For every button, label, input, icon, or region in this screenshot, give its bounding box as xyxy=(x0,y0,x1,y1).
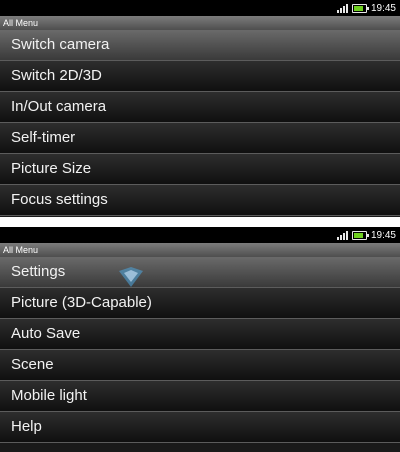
menu-item-mobile-light[interactable]: Mobile light xyxy=(0,381,400,412)
menu-title-bar: All Menu xyxy=(0,243,400,257)
menu-item-focus-settings[interactable]: Focus settings xyxy=(0,185,400,216)
menu-item-switch-2d-3d[interactable]: Switch 2D/3D xyxy=(0,61,400,92)
battery-icon xyxy=(351,230,369,240)
menu-item-switch-camera[interactable]: Switch camera xyxy=(0,30,400,61)
signal-bars-icon xyxy=(336,230,348,240)
menu-item-help[interactable]: Help xyxy=(0,412,400,443)
screen-divider xyxy=(0,217,400,227)
signal-bars-icon xyxy=(336,3,348,13)
menu-item-in-out-camera[interactable]: In/Out camera xyxy=(0,92,400,123)
menu-list: Switch camera Switch 2D/3D In/Out camera… xyxy=(0,30,400,216)
status-indicators: 19:45 xyxy=(336,228,396,242)
menu-item-picture-3d-capable[interactable]: Picture (3D-Capable) xyxy=(0,288,400,319)
status-indicators: 19:45 xyxy=(336,1,396,15)
menu-screen-top: 19:45 All Menu Switch camera Switch 2D/3… xyxy=(0,0,400,217)
menu-title-bar: All Menu xyxy=(0,16,400,30)
status-bar: 19:45 xyxy=(0,0,400,16)
menu-item-scene[interactable]: Scene xyxy=(0,350,400,381)
watermark-logo-icon xyxy=(119,267,143,287)
menu-item-self-timer[interactable]: Self-timer xyxy=(0,123,400,154)
menu-item-settings[interactable]: Settings xyxy=(0,257,400,288)
menu-screen-bottom: 19:45 All Menu Settings Picture (3D-Capa… xyxy=(0,227,400,452)
menu-list: Settings Picture (3D-Capable) Auto Save … xyxy=(0,257,400,443)
battery-icon xyxy=(351,3,369,13)
menu-item-auto-save[interactable]: Auto Save xyxy=(0,319,400,350)
status-time: 19:45 xyxy=(370,229,396,241)
menu-item-picture-size[interactable]: Picture Size xyxy=(0,154,400,185)
status-time: 19:45 xyxy=(370,2,396,14)
status-bar: 19:45 xyxy=(0,227,400,243)
